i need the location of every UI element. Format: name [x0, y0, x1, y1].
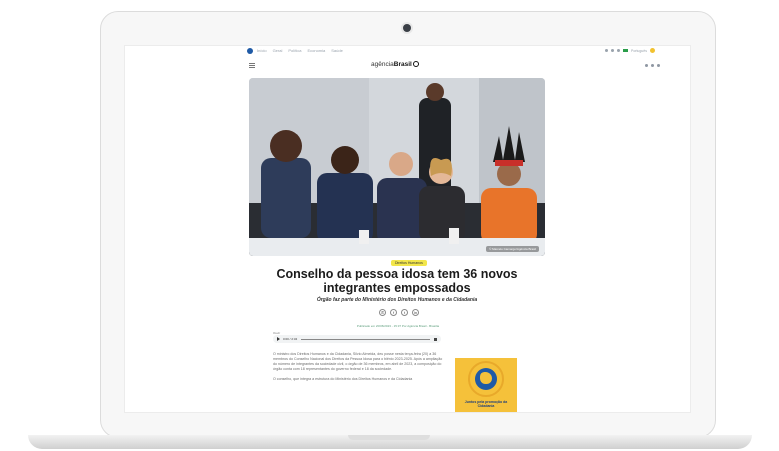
- article-body: O ministro dos Direitos Humanos e da Cid…: [273, 352, 443, 387]
- hero-photo-illustration: [249, 78, 545, 256]
- article-paragraph: O conselho, que integra a estrutura do M…: [273, 377, 413, 381]
- search-icon[interactable]: [645, 64, 648, 67]
- utility-link[interactable]: Saúde: [331, 48, 343, 53]
- site-logo[interactable]: agênciaBrasil: [371, 61, 419, 68]
- header-actions: [645, 64, 660, 67]
- audio-time: 0:00 / 2:34: [283, 337, 298, 341]
- audio-progress-track[interactable]: [301, 338, 430, 340]
- language-selector[interactable]: Português: [631, 49, 647, 53]
- article-title: Conselho da pessoa idosa tem 36 novos in…: [276, 267, 518, 295]
- play-icon[interactable]: [277, 337, 280, 341]
- article-meta: Publicado em 20/06/2023 - 15:37 Por Agên…: [356, 324, 440, 328]
- more-icon[interactable]: [657, 64, 660, 67]
- volume-icon[interactable]: [434, 337, 437, 341]
- brand-name: Brasil: [393, 61, 412, 68]
- ad-text: Juntos pela promoção da Cidadania: [464, 400, 508, 408]
- sidebar-ad[interactable]: Juntos pela promoção da Cidadania: [455, 358, 517, 412]
- brand-ring-icon: [412, 61, 419, 68]
- share-buttons: ✆ f t in: [379, 309, 419, 316]
- audio-player[interactable]: 0:00 / 2:34: [273, 335, 441, 343]
- utility-actions: Português: [605, 48, 655, 53]
- twitter-icon[interactable]: t: [401, 309, 408, 316]
- article-paragraph: O ministro dos Direitos Humanos e da Cid…: [273, 352, 443, 371]
- utility-links: Início Geral Política Economia Saúde: [257, 48, 343, 53]
- category-tag[interactable]: Direitos Humanos: [391, 260, 427, 266]
- article-subtitle: Órgão faz parte do Ministério dos Direit…: [316, 297, 478, 303]
- utility-link[interactable]: Início: [257, 48, 267, 53]
- laptop-notch: [348, 435, 430, 440]
- browser-screen: Início Geral Política Economia Saúde Por…: [124, 45, 691, 413]
- linkedin-icon[interactable]: in: [412, 309, 419, 316]
- utility-link[interactable]: Geral: [273, 48, 283, 53]
- flag-icon[interactable]: [623, 49, 628, 52]
- webcam: [403, 24, 411, 32]
- accessibility-icon[interactable]: [605, 49, 608, 52]
- font-size-icon[interactable]: [617, 49, 620, 52]
- whatsapp-icon[interactable]: ✆: [379, 309, 386, 316]
- utility-bar: Início Geral Política Economia Saúde Por…: [125, 46, 690, 56]
- hero-photo: © Marcelo Camargo/Agência Brasil: [249, 78, 545, 256]
- gov-logo-icon[interactable]: [247, 48, 253, 54]
- utility-link[interactable]: Economia: [307, 48, 325, 53]
- contrast-icon[interactable]: [611, 49, 614, 52]
- share-icon[interactable]: [651, 64, 654, 67]
- brazil-map-icon: [480, 372, 492, 384]
- gov-badge-icon[interactable]: [649, 48, 655, 53]
- hamburger-menu-icon[interactable]: [249, 63, 255, 68]
- utility-link[interactable]: Política: [288, 48, 301, 53]
- photo-credit: © Marcelo Camargo/Agência Brasil: [486, 246, 539, 252]
- facebook-icon[interactable]: f: [390, 309, 397, 316]
- brand-prefix: agência: [371, 61, 394, 68]
